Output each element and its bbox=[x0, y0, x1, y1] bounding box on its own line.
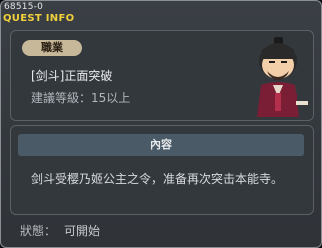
required-level: 建議等級：15以上 bbox=[31, 91, 131, 105]
description-header: 內容 bbox=[18, 134, 304, 156]
status-label: 狀態： bbox=[20, 224, 57, 238]
quest-info-window: 68515-0 QUEST INFO 職業 [剑斗]正面突破 建議等級：15以上 bbox=[0, 0, 322, 248]
quest-name: [剑斗]正面突破 bbox=[31, 69, 113, 83]
quest-description-box: 內容 剑斗受樱乃姬公主之令，准备再次突击本能寺。 bbox=[10, 125, 314, 215]
quest-status: 狀態： 可開始 bbox=[20, 222, 100, 239]
quest-id: 68515-0 bbox=[4, 2, 44, 12]
job-badge: 職業 bbox=[22, 40, 82, 56]
samurai-npc-portrait-icon bbox=[257, 37, 308, 117]
quest-summary-box: 職業 [剑斗]正面突破 建議等級：15以上 bbox=[10, 30, 314, 121]
description-text: 剑斗受樱乃姬公主之令，准备再次突击本能寺。 bbox=[31, 172, 284, 186]
window-title: QUEST INFO bbox=[3, 13, 75, 24]
status-value: 可開始 bbox=[64, 224, 101, 238]
